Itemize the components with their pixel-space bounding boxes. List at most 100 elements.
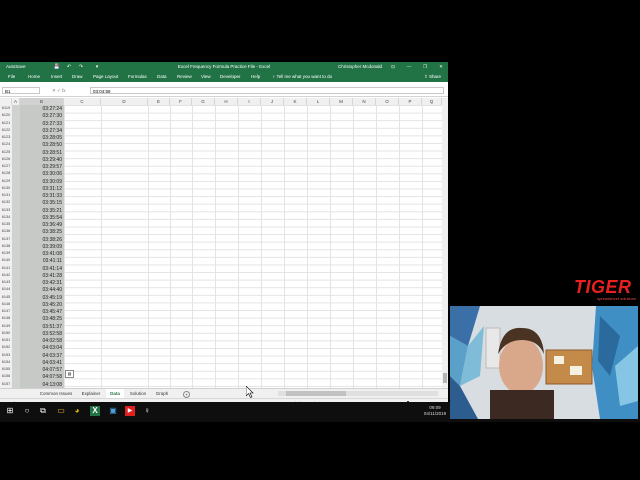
row-header[interactable]: 6130 <box>0 186 12 190</box>
row-header[interactable]: 6136 <box>0 229 12 233</box>
excel-icon[interactable]: X <box>90 406 100 416</box>
screen-recorder-icon[interactable]: ▣ <box>108 406 118 416</box>
cell-time-value[interactable]: 04:03:37 <box>20 353 62 359</box>
row-header[interactable]: 6148 <box>0 316 12 320</box>
maximize-button[interactable]: ❐ <box>418 62 432 72</box>
column-header-p[interactable]: P <box>399 98 422 105</box>
row-header[interactable]: 6143 <box>0 280 12 284</box>
row-header[interactable]: 6140 <box>0 258 12 262</box>
column-header-b[interactable]: B <box>20 98 64 105</box>
quick-analysis-icon[interactable]: ▤ <box>65 370 74 378</box>
column-header-c[interactable]: C <box>64 98 101 105</box>
cell-time-value[interactable]: 03:27:24 <box>20 106 62 112</box>
row-header[interactable]: 6149 <box>0 324 12 328</box>
horizontal-scroll-thumb[interactable] <box>286 391 346 396</box>
row-header[interactable]: 6156 <box>0 374 12 378</box>
row-header[interactable]: 6131 <box>0 193 12 197</box>
formula-bar-icons[interactable]: ✕ ✓ fx <box>52 86 66 96</box>
tab-developer[interactable]: Developer <box>220 72 241 82</box>
column-header-q[interactable]: Q <box>422 98 442 105</box>
row-header[interactable]: 6126 <box>0 157 12 161</box>
cell-time-value[interactable]: 03:35:21 <box>20 208 62 214</box>
row-header[interactable]: 6150 <box>0 331 12 335</box>
cell-time-value[interactable]: 03:30:06 <box>20 171 62 177</box>
row-header[interactable]: 6119 <box>0 106 12 110</box>
row-header[interactable]: 6135 <box>0 222 12 226</box>
taskbar-clock[interactable]: 09:09 04/11/2019 <box>420 405 450 417</box>
column-header-i[interactable]: I <box>238 98 261 105</box>
minimize-button[interactable]: — <box>402 62 416 72</box>
cell-time-value[interactable]: 04:07:57 <box>20 367 62 373</box>
tab-file[interactable]: File <box>8 72 15 82</box>
file-explorer-icon[interactable]: ▭ <box>56 406 66 416</box>
row-header[interactable]: 6128 <box>0 171 12 175</box>
row-header[interactable]: 6134 <box>0 215 12 219</box>
cell-time-value[interactable]: 03:44:40 <box>20 287 62 293</box>
cell-time-value[interactable]: 03:28:51 <box>20 150 62 156</box>
vertical-scroll-thumb[interactable] <box>443 373 447 383</box>
task-view-icon[interactable]: ⧉ <box>38 406 48 416</box>
column-header-a[interactable]: A <box>12 98 20 105</box>
cell-time-value[interactable]: 04:07:58 <box>20 374 62 380</box>
cell-time-value[interactable]: 03:38:26 <box>20 237 62 243</box>
cell-time-value[interactable]: 03:35:54 <box>20 215 62 221</box>
column-header-e[interactable]: E <box>148 98 170 105</box>
tab-review[interactable]: Review <box>177 72 192 82</box>
cell-time-value[interactable]: 03:31:12 <box>20 186 62 192</box>
share-button[interactable]: ⇧ Share <box>424 72 441 82</box>
row-header[interactable]: 6153 <box>0 353 12 357</box>
row-header[interactable]: 6151 <box>0 338 12 342</box>
cell-time-value[interactable]: 03:38:25 <box>20 229 62 235</box>
cell-time-value[interactable]: 03:31:33 <box>20 193 62 199</box>
tab-draw[interactable]: Draw <box>72 72 83 82</box>
cell-time-value[interactable]: 03:41:11 <box>20 258 62 264</box>
column-header-k[interactable]: K <box>284 98 307 105</box>
column-header-j[interactable]: J <box>261 98 284 105</box>
cell-time-value[interactable]: 03:27:33 <box>20 121 62 127</box>
name-box[interactable]: B1 <box>2 87 40 94</box>
row-header[interactable]: 6147 <box>0 309 12 313</box>
row-header[interactable]: 6141 <box>0 266 12 270</box>
cell-time-value[interactable]: 04:03:04 <box>20 345 62 351</box>
cell-time-value[interactable]: 04:02:58 <box>20 338 62 344</box>
row-header[interactable]: 6125 <box>0 150 12 154</box>
row-header[interactable]: 6129 <box>0 179 12 183</box>
row-header[interactable]: 6138 <box>0 244 12 248</box>
tab-view[interactable]: View <box>201 72 211 82</box>
column-header-f[interactable]: F <box>170 98 192 105</box>
app-icon[interactable]: ♀ <box>142 406 152 416</box>
cell-time-value[interactable]: 03:41:28 <box>20 273 62 279</box>
cell-time-value[interactable]: 04:03:41 <box>20 360 62 366</box>
tab-home[interactable]: Home <box>28 72 40 82</box>
column-header-h[interactable]: H <box>215 98 238 105</box>
row-header[interactable]: 6122 <box>0 128 12 132</box>
cell-grid[interactable]: 6119 6120 6121 6122 6123 6124 6125 6126 6127 6128… <box>0 105 442 388</box>
tab-data[interactable]: Data <box>157 72 167 82</box>
cell-time-value[interactable]: 03:41:08 <box>20 251 62 257</box>
tab-formulas[interactable]: Formulas <box>128 72 147 82</box>
cell-time-value[interactable]: 04:13:08 <box>20 382 62 388</box>
row-header[interactable]: 6133 <box>0 208 12 212</box>
row-header[interactable]: 6123 <box>0 135 12 139</box>
cell-time-value[interactable]: 03:48:25 <box>20 316 62 322</box>
cell-time-value[interactable]: 03:29:40 <box>20 157 62 163</box>
row-header[interactable]: 6127 <box>0 164 12 168</box>
close-button[interactable]: ✕ <box>434 62 448 72</box>
row-header[interactable]: 6145 <box>0 295 12 299</box>
cell-time-value[interactable]: 03:28:05 <box>20 135 62 141</box>
column-header-l[interactable]: L <box>307 98 330 105</box>
cell-time-value[interactable]: 03:42:31 <box>20 280 62 286</box>
start-icon[interactable]: ⊞ <box>5 406 15 416</box>
cell-time-value[interactable]: 03:52:58 <box>20 331 62 337</box>
row-header[interactable]: 6155 <box>0 367 12 371</box>
column-header-d[interactable]: D <box>101 98 148 105</box>
cell-time-value[interactable]: 03:39:09 <box>20 244 62 250</box>
column-header-g[interactable]: G <box>192 98 215 105</box>
tab-insert[interactable]: Insert <box>51 72 62 82</box>
formula-input[interactable]: 03:04:58 <box>90 87 444 94</box>
add-sheet-button[interactable]: + <box>183 391 190 398</box>
tell-me-search[interactable]: ♀ Tell me what you want to do <box>272 72 332 82</box>
column-header-m[interactable]: M <box>330 98 353 105</box>
user-name[interactable]: Christopher Mcdonald <box>338 62 382 72</box>
column-header-n[interactable]: N <box>353 98 376 105</box>
